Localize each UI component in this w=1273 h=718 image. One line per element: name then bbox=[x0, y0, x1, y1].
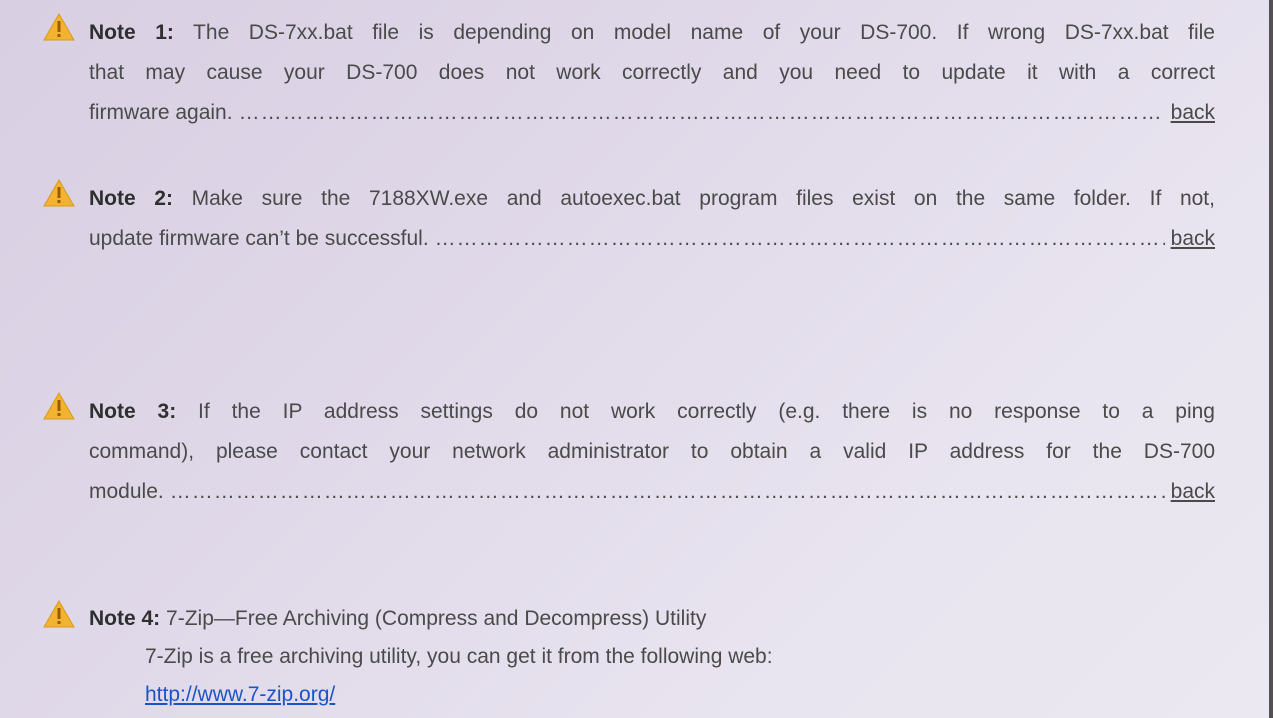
note-3-body: Note 3: If the IP address settings do no… bbox=[89, 392, 1215, 512]
note-2-label: Note 2: bbox=[89, 187, 173, 210]
note-4-label: Note 4: bbox=[89, 607, 161, 630]
back-link[interactable]: back bbox=[1171, 472, 1215, 512]
warning-icon bbox=[43, 600, 75, 628]
back-link[interactable]: back bbox=[1171, 93, 1215, 133]
note-2-line-2: update firmware can’t be successful. ………… bbox=[89, 219, 1215, 259]
note-4-body: Note 4: 7-Zip—Free Archiving (Compress a… bbox=[89, 600, 1215, 714]
note-1-body: Note 1: The DS-7xx.bat file is depending… bbox=[89, 13, 1215, 133]
notes-page: { "notes": [ { "label": "Note 1:", "text… bbox=[0, 0, 1273, 718]
note-4-line-3: http://www.7-zip.org/ bbox=[89, 676, 1215, 714]
note-3-line-1: Note 3: If the IP address settings do no… bbox=[89, 392, 1215, 432]
warning-icon bbox=[43, 179, 75, 207]
dot-leader: …………………………………………………………………………………………………………… bbox=[169, 480, 1165, 503]
note-4-line-2: 7-Zip is a free archiving utility, you c… bbox=[145, 645, 773, 668]
back-link[interactable]: back bbox=[1171, 219, 1215, 259]
note-1-label: Note 1: bbox=[89, 21, 174, 44]
dot-leader: …………………………………………………………………………………………………………… bbox=[434, 227, 1165, 250]
note-2-text-2: update firmware can’t be successful. bbox=[89, 227, 429, 250]
note-1-text-3: firmware again. bbox=[89, 101, 233, 124]
note-2-line-1: Note 2: Make sure the 7188XW.exe and aut… bbox=[89, 179, 1215, 219]
warning-icon bbox=[43, 392, 75, 420]
note-1-text-1: The DS-7xx.bat file is depending on mode… bbox=[173, 21, 1215, 44]
note-4-line-1: Note 4: 7-Zip—Free Archiving (Compress a… bbox=[89, 600, 1215, 638]
note-2-text-1: Make sure the 7188XW.exe and autoexec.ba… bbox=[172, 187, 1215, 210]
note-2-body: Note 2: Make sure the 7188XW.exe and aut… bbox=[89, 179, 1215, 259]
dot-leader: …………………………………………………………………………………………………………… bbox=[238, 101, 1165, 124]
note-3-text-3: module. bbox=[89, 480, 164, 503]
note-3-label: Note 3: bbox=[89, 400, 177, 423]
right-border-rule bbox=[1269, 0, 1273, 718]
note-3-line-2: command), please contact your network ad… bbox=[89, 440, 1215, 463]
warning-icon bbox=[43, 13, 75, 41]
note-3-text-1: If the IP address settings do not work c… bbox=[176, 400, 1215, 423]
note-1-line-1: Note 1: The DS-7xx.bat file is depending… bbox=[89, 13, 1215, 53]
note-1-line-2: that may cause your DS-700 does not work… bbox=[89, 61, 1215, 84]
note-4-text-1: 7-Zip—Free Archiving (Compress and Decom… bbox=[160, 607, 707, 630]
note-1-line-3: firmware again. ………………………………………………………………… bbox=[89, 93, 1215, 133]
7zip-url-link[interactable]: http://www.7-zip.org/ bbox=[145, 683, 335, 706]
note-3-line-3: module. ……………………………………………………………………………………… bbox=[89, 472, 1215, 512]
